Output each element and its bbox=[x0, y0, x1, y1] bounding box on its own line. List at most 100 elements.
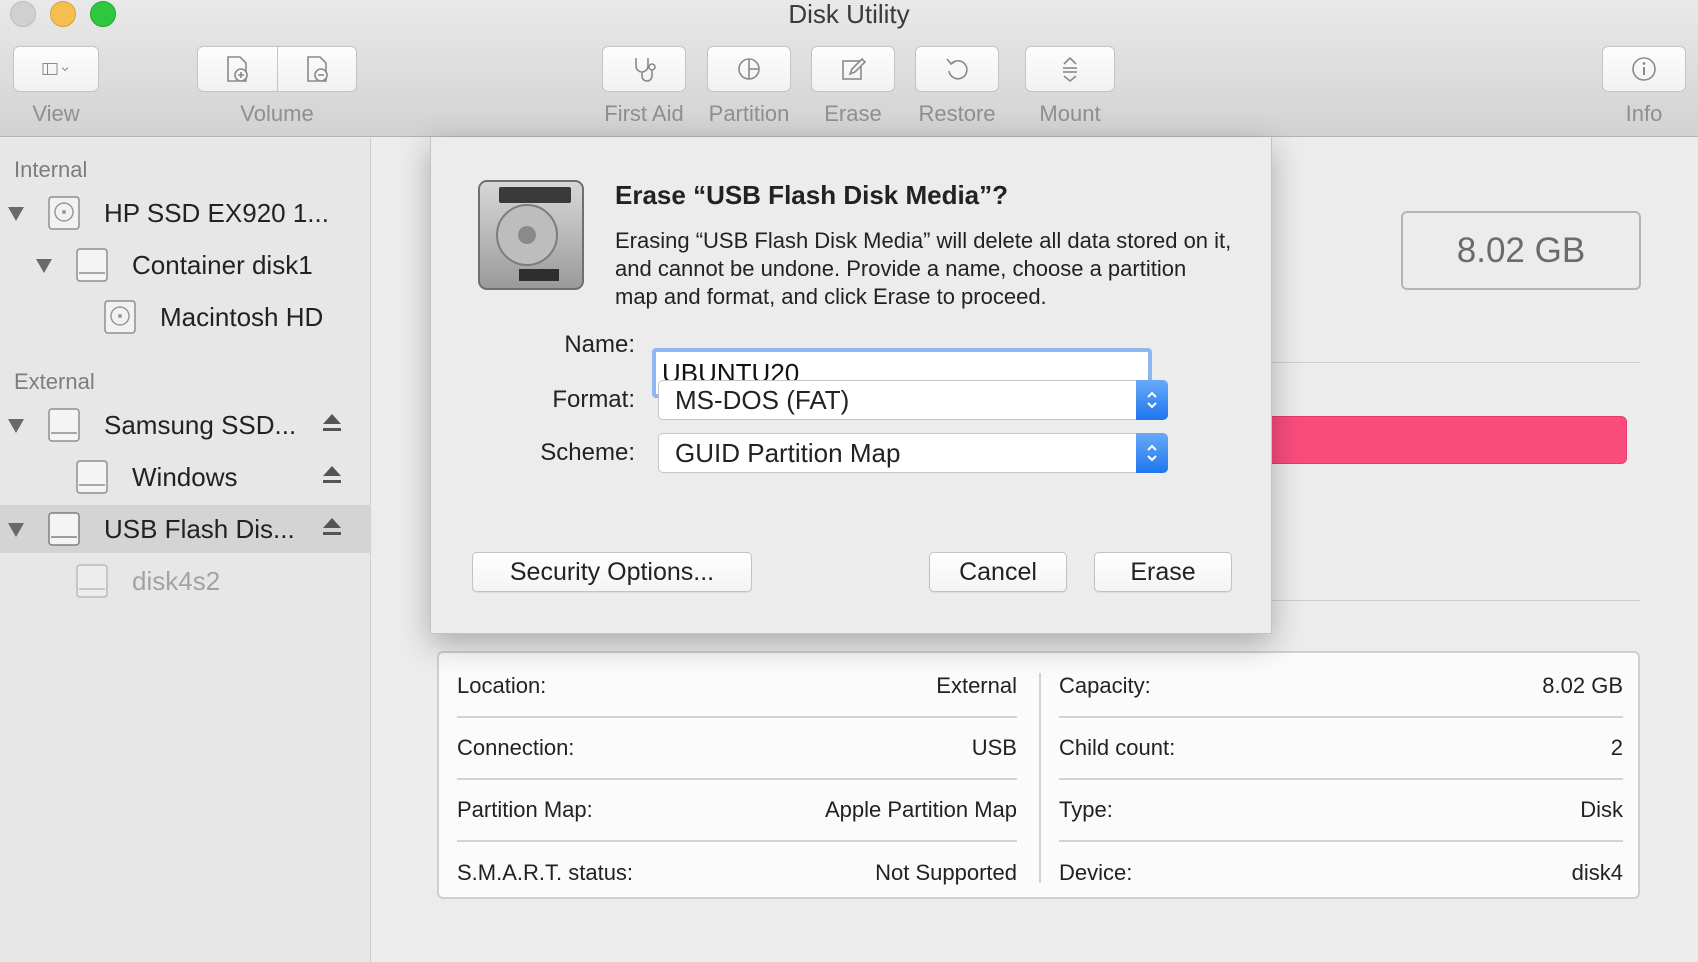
sidebar: Internal HP SSD EX920 1... Container dis… bbox=[0, 138, 371, 962]
restore-label: Restore bbox=[918, 101, 996, 126]
scheme-field-label: Scheme: bbox=[540, 439, 635, 466]
dialog-message: Erasing “USB Flash Disk Media” will dele… bbox=[615, 228, 1232, 309]
scheme-select-value: GUID Partition Map bbox=[675, 437, 901, 468]
volume-disk-icon bbox=[76, 460, 108, 494]
partition-label: Partition bbox=[708, 101, 790, 126]
sidebar-item-disk4s2[interactable]: disk4s2 bbox=[0, 557, 370, 605]
erase-button[interactable]: Erase bbox=[1094, 552, 1232, 592]
hard-drive-icon bbox=[478, 180, 584, 290]
external-disk-icon bbox=[48, 512, 80, 546]
format-select-value: MS-DOS (FAT) bbox=[675, 384, 850, 415]
format-select[interactable]: MS-DOS (FAT) bbox=[658, 380, 1168, 420]
info-key: Location: bbox=[457, 673, 547, 698]
column-divider bbox=[1039, 673, 1041, 883]
add-volume-button[interactable] bbox=[198, 47, 277, 91]
volume-label: Volume bbox=[240, 101, 314, 126]
window-title: Disk Utility bbox=[788, 0, 910, 29]
info-label: Info bbox=[1625, 101, 1663, 126]
sidebar-item-samsung-ssd[interactable]: Samsung SSD... bbox=[0, 401, 370, 449]
info-button[interactable] bbox=[1602, 46, 1686, 92]
info-value: Disk bbox=[1580, 797, 1623, 822]
sidebar-item-label: disk4s2 bbox=[132, 565, 221, 596]
sidebar-item-label: Samsung SSD... bbox=[104, 409, 297, 440]
info-icon bbox=[1603, 47, 1685, 91]
sidebar-item-label: Container disk1 bbox=[132, 249, 313, 280]
info-key: Type: bbox=[1059, 797, 1113, 822]
info-key: Capacity: bbox=[1059, 673, 1151, 698]
sidebar-item-container-disk1[interactable]: Container disk1 bbox=[0, 241, 370, 289]
info-key: Child count: bbox=[1059, 735, 1176, 760]
disclosure-triangle-icon[interactable] bbox=[8, 207, 24, 221]
info-value: 2 bbox=[1610, 735, 1623, 760]
disclosure-triangle-icon[interactable] bbox=[36, 259, 52, 273]
window-toolbar: Disk Utility View Volume First Aid Parti… bbox=[0, 0, 1698, 137]
container-disk-icon bbox=[76, 248, 108, 282]
erase-label: Erase bbox=[824, 101, 882, 126]
restore-button[interactable] bbox=[915, 46, 999, 92]
scheme-select[interactable]: GUID Partition Map bbox=[658, 433, 1168, 473]
info-value: Not Supported bbox=[875, 860, 1017, 885]
sidebar-item-label: USB Flash Dis... bbox=[104, 513, 295, 544]
first-aid-label: First Aid bbox=[604, 101, 684, 126]
restore-arrow-icon bbox=[916, 47, 998, 91]
volume-disk-icon bbox=[76, 564, 108, 598]
sidebar-item-windows[interactable]: Windows bbox=[0, 453, 370, 501]
pie-partition-icon bbox=[708, 47, 790, 91]
select-stepper-icon bbox=[1136, 380, 1168, 420]
add-volume-icon bbox=[227, 56, 249, 82]
info-row-type: Type: Disk bbox=[1059, 780, 1623, 842]
first-aid-button[interactable] bbox=[602, 46, 686, 92]
info-value: USB bbox=[971, 735, 1017, 760]
stethoscope-icon bbox=[603, 47, 685, 91]
cancel-button[interactable]: Cancel bbox=[929, 552, 1067, 592]
info-table: Location: External Connection: USB Parti… bbox=[437, 651, 1640, 899]
sidebar-item-label: Windows bbox=[132, 461, 238, 492]
info-row-capacity: Capacity: 8.02 GB bbox=[1059, 656, 1623, 718]
divider bbox=[1272, 600, 1640, 601]
info-value: Apple Partition Map bbox=[825, 797, 1017, 822]
erase-dialog: Erase “USB Flash Disk Media”? Erasing “U… bbox=[430, 137, 1272, 634]
info-row-smart-status: S.M.A.R.T. status: Not Supported bbox=[457, 842, 1017, 904]
info-row-partition-map: Partition Map: Apple Partition Map bbox=[457, 780, 1017, 842]
info-value: disk4 bbox=[1571, 860, 1623, 885]
disclosure-triangle-icon[interactable] bbox=[8, 419, 24, 433]
sidebar-item-macintosh-hd[interactable]: Macintosh HD bbox=[0, 293, 370, 341]
info-row-connection: Connection: USB bbox=[457, 718, 1017, 780]
mount-label: Mount bbox=[1039, 101, 1101, 126]
volume-button-group bbox=[197, 46, 357, 92]
remove-volume-icon bbox=[306, 56, 328, 82]
sidebar-header-external: External bbox=[14, 369, 95, 394]
sidebar-header-internal: Internal bbox=[14, 157, 88, 182]
info-row-device: Device: disk4 bbox=[1059, 842, 1623, 904]
eject-icon[interactable] bbox=[322, 518, 342, 540]
name-field-label: Name: bbox=[564, 331, 635, 358]
info-key: Connection: bbox=[457, 735, 575, 760]
disclosure-triangle-icon[interactable] bbox=[8, 523, 24, 537]
usage-bar bbox=[1265, 416, 1627, 464]
pencil-erase-icon bbox=[812, 47, 894, 91]
dialog-title: Erase “USB Flash Disk Media”? bbox=[615, 180, 1009, 210]
sidebar-item-label: HP SSD EX920 1... bbox=[104, 197, 329, 228]
partition-button[interactable] bbox=[707, 46, 791, 92]
security-options-button[interactable]: Security Options... bbox=[472, 552, 752, 592]
sidebar-item-label: Macintosh HD bbox=[160, 301, 324, 332]
info-row-child-count: Child count: 2 bbox=[1059, 718, 1623, 780]
mount-button[interactable] bbox=[1025, 46, 1115, 92]
info-value: External bbox=[936, 673, 1017, 698]
external-disk-icon bbox=[48, 408, 80, 442]
sidebar-item-hp-ssd[interactable]: HP SSD EX920 1... bbox=[0, 189, 370, 237]
remove-volume-button[interactable] bbox=[276, 47, 357, 91]
info-key: Partition Map: bbox=[457, 797, 593, 822]
eject-icon[interactable] bbox=[322, 414, 342, 436]
erase-toolbar-button[interactable] bbox=[811, 46, 895, 92]
info-value: 8.02 GB bbox=[1542, 673, 1623, 698]
format-field-label: Format: bbox=[552, 386, 635, 413]
sidebar-item-usb-flash-disk[interactable]: USB Flash Dis... bbox=[0, 505, 370, 553]
select-stepper-icon bbox=[1136, 433, 1168, 473]
capacity-display: 8.02 GB bbox=[1401, 211, 1641, 290]
view-button[interactable] bbox=[13, 46, 99, 92]
divider bbox=[1272, 362, 1640, 363]
info-key: S.M.A.R.T. status: bbox=[457, 860, 634, 885]
view-label: View bbox=[32, 101, 80, 126]
eject-icon[interactable] bbox=[322, 466, 342, 488]
